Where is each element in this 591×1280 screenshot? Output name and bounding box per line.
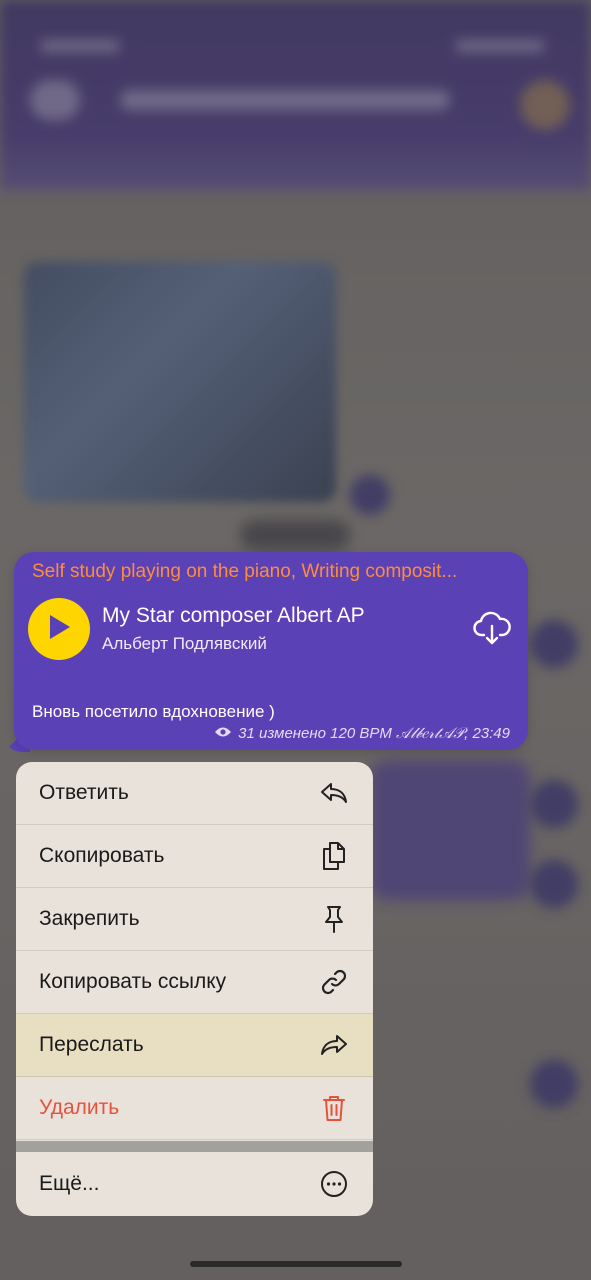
menu-item-forward[interactable]: Переслать xyxy=(16,1014,373,1077)
menu-item-pin[interactable]: Закрепить xyxy=(16,888,373,951)
pin-icon xyxy=(319,904,349,934)
message-meta: 31 изменено 120 BPM 𝒜𝓁𝒷𝑒𝓇𝓉𝒜𝒫, 23:49 xyxy=(214,725,510,742)
message-meta-text: 31 изменено 120 BPM 𝒜𝓁𝒷𝑒𝓇𝓉𝒜𝒫, 23:49 xyxy=(238,725,510,742)
menu-item-label: Скопировать xyxy=(39,844,165,867)
cloud-download-icon xyxy=(473,610,511,651)
track-artist: Альберт Подлявский xyxy=(102,634,267,653)
menu-item-copy[interactable]: Скопировать xyxy=(16,825,373,888)
forward-icon xyxy=(319,1030,349,1060)
eye-icon xyxy=(214,725,232,742)
menu-item-copy-link[interactable]: Копировать ссылку xyxy=(16,951,373,1014)
menu-item-label: Переслать xyxy=(39,1033,144,1056)
message-text: Вновь посетило вдохновение ) xyxy=(32,702,275,721)
copy-icon xyxy=(319,841,349,871)
download-button[interactable] xyxy=(472,610,512,650)
play-button[interactable] xyxy=(28,598,90,660)
menu-item-label: Ответить xyxy=(39,781,129,804)
audio-message-bubble[interactable]: Self study playing on the piano, Writing… xyxy=(14,552,528,750)
track-title: My Star composer Albert AP xyxy=(102,604,365,627)
menu-item-delete[interactable]: Удалить xyxy=(16,1077,373,1140)
menu-item-label: Закрепить xyxy=(39,907,140,930)
menu-item-label: Ещё... xyxy=(39,1171,100,1195)
home-indicator[interactable] xyxy=(190,1261,402,1267)
menu-item-reply[interactable]: Ответить xyxy=(16,762,373,825)
menu-separator xyxy=(16,1141,373,1152)
menu-item-more[interactable]: Ещё... xyxy=(16,1152,373,1215)
play-icon xyxy=(46,613,72,646)
trash-icon xyxy=(319,1093,349,1123)
link-icon xyxy=(319,967,349,997)
menu-item-label: Копировать ссылку xyxy=(39,970,227,993)
reply-icon xyxy=(319,778,349,808)
menu-item-label: Удалить xyxy=(39,1096,120,1119)
context-menu: Ответить Скопировать Закрепить Копироват… xyxy=(16,762,373,1216)
more-icon xyxy=(319,1169,349,1199)
message-forward-header[interactable]: Self study playing on the piano, Writing… xyxy=(32,561,516,583)
